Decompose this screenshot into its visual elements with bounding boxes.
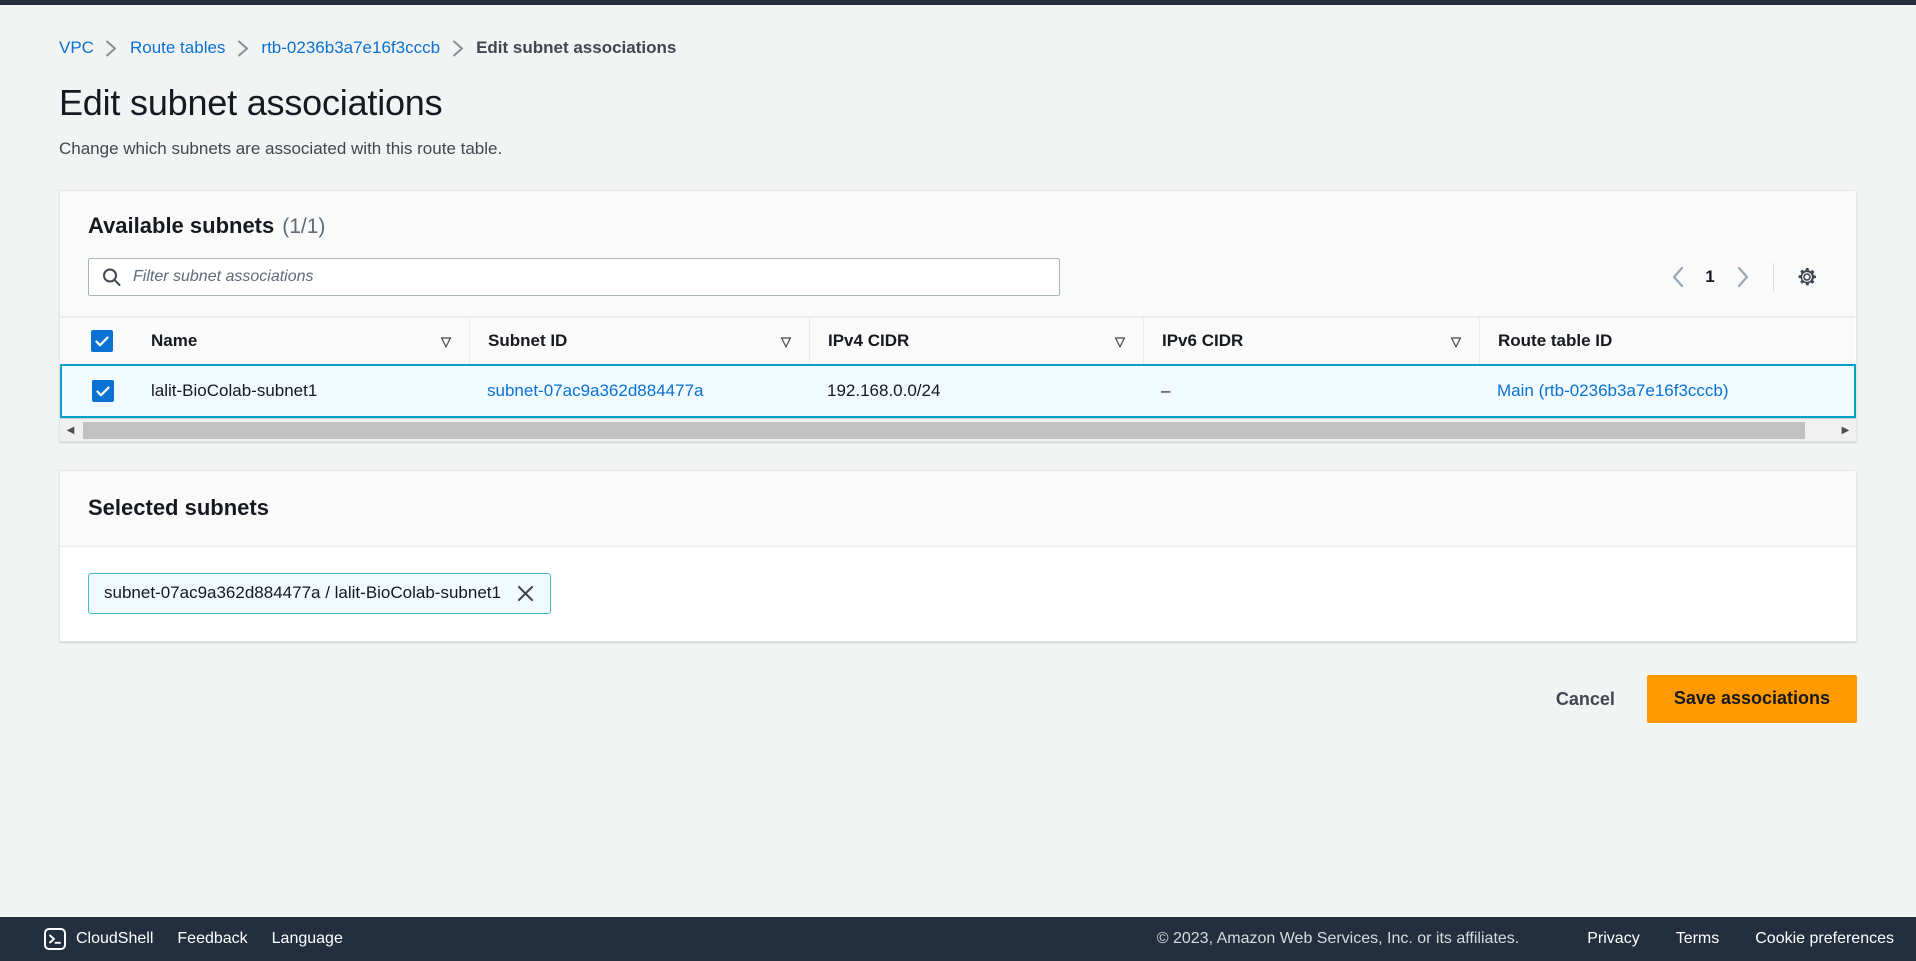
column-header-ipv6-cidr[interactable]: IPv6 CIDR ▽ — [1143, 317, 1479, 366]
close-icon[interactable] — [515, 582, 537, 604]
language-label: Language — [271, 930, 343, 947]
selected-subnets-body: subnet-07ac9a362d884477a / lalit-BioCola… — [60, 547, 1856, 642]
chevron-right-icon — [225, 40, 261, 57]
route-table-id-link[interactable]: Main (rtb-0236b3a7e16f3cccb) — [1497, 381, 1729, 400]
cell-subnet-id: subnet-07ac9a362d884477a — [469, 364, 809, 419]
breadcrumb-item-route-tables[interactable]: Route tables — [130, 38, 225, 58]
page-description: Change which subnets are associated with… — [59, 139, 503, 159]
available-subnets-title: Available subnets — [88, 213, 275, 239]
feedback-link[interactable]: Feedback — [177, 930, 271, 948]
cell-route-table-id: Main (rtb-0236b3a7e16f3cccb) — [1479, 364, 1856, 419]
cell-ipv4-cidr: 192.168.0.0/24 — [809, 364, 1143, 419]
row-select-cell — [60, 364, 133, 419]
table-tools: 1 — [1661, 260, 1828, 294]
chevron-right-icon — [440, 40, 476, 57]
column-header-route-table-id-label: Route table ID — [1498, 331, 1613, 351]
cloudshell-icon — [44, 928, 66, 950]
breadcrumb: VPC Route tables rtb-0236b3a7e16f3cccb E… — [59, 5, 1857, 67]
selected-subnet-token-label: subnet-07ac9a362d884477a / lalit-BioCola… — [104, 583, 501, 603]
cloudshell-label: CloudShell — [76, 930, 154, 947]
cloudshell-button[interactable]: CloudShell — [24, 928, 177, 950]
language-selector[interactable]: Language — [272, 930, 367, 948]
column-header-subnet-id[interactable]: Subnet ID ▽ — [469, 317, 809, 366]
selected-subnets-header: Selected subnets — [60, 471, 1856, 548]
available-subnets-card: Available subnets (1/1) Filter subnet as… — [59, 190, 1857, 443]
footer-bar: CloudShell Feedback Language © 2023, Ama… — [0, 917, 1916, 961]
horizontal-scrollbar[interactable]: ◀ ▶ — [60, 418, 1856, 442]
column-header-ipv6-cidr-label: IPv6 CIDR — [1162, 331, 1244, 351]
terms-link[interactable]: Terms — [1676, 930, 1720, 948]
footer-right-group: © 2023, Amazon Web Services, Inc. or its… — [1157, 930, 1894, 948]
pagination-page-1[interactable]: 1 — [1695, 267, 1725, 287]
form-actions: Cancel Save associations — [59, 675, 1857, 724]
page-title: Edit subnet associations — [59, 82, 443, 123]
scroll-right-arrow-icon[interactable]: ▶ — [1835, 420, 1856, 441]
cancel-button[interactable]: Cancel — [1542, 679, 1629, 720]
column-header-subnet-id-label: Subnet ID — [488, 331, 568, 351]
select-all-cell — [61, 318, 133, 364]
scrollbar-thumb[interactable] — [83, 421, 1806, 439]
page-content: VPC Route tables rtb-0236b3a7e16f3cccb E… — [0, 5, 1916, 880]
save-associations-button[interactable]: Save associations — [1646, 675, 1857, 724]
select-all-header — [61, 317, 133, 366]
cell-name: lalit-BioColab-subnet1 — [133, 364, 469, 419]
search-input-wrapper — [88, 258, 1060, 297]
pagination-previous-button[interactable] — [1661, 260, 1695, 294]
column-header-route-table-id[interactable]: Route table ID — [1479, 317, 1855, 366]
selected-subnets-card: Selected subnets subnet-07ac9a362d884477… — [59, 470, 1857, 643]
pagination-next-button[interactable] — [1725, 260, 1759, 294]
select-all-checkbox[interactable] — [91, 330, 113, 353]
table-scroll-region: Name ▽ Subnet ID ▽ IPv4 CIDR ▽ IPv6 CIDR… — [60, 317, 1856, 442]
table-header-row: Name ▽ Subnet ID ▽ IPv4 CIDR ▽ IPv6 CIDR… — [61, 317, 1855, 366]
search-input[interactable] — [88, 258, 1060, 297]
row-checkbox-cell — [80, 367, 115, 415]
tools-divider — [1773, 263, 1774, 292]
available-subnets-title-row: Available subnets (1/1) — [88, 213, 1828, 239]
table-filter-row: 1 — [88, 239, 1828, 316]
sort-descending-icon: ▽ — [1115, 333, 1125, 349]
sort-descending-icon: ▽ — [781, 333, 791, 349]
scrollbar-track[interactable] — [81, 420, 1835, 440]
breadcrumb-item-current: Edit subnet associations — [476, 38, 677, 57]
column-header-ipv4-cidr[interactable]: IPv4 CIDR ▽ — [809, 317, 1143, 366]
feedback-label: Feedback — [177, 930, 248, 947]
cookie-preferences-link[interactable]: Cookie preferences — [1755, 930, 1894, 948]
column-header-ipv4-cidr-label: IPv4 CIDR — [828, 331, 910, 351]
table-row[interactable]: lalit-BioColab-subnet1 subnet-07ac9a362d… — [60, 364, 1856, 419]
cell-ipv6-cidr: – — [1143, 364, 1479, 419]
column-header-name[interactable]: Name ▽ — [133, 317, 469, 366]
column-header-name-label: Name — [151, 331, 198, 351]
subnet-id-link[interactable]: subnet-07ac9a362d884477a — [487, 381, 703, 400]
gear-icon[interactable] — [1792, 262, 1822, 292]
copyright-text: © 2023, Amazon Web Services, Inc. or its… — [1156, 930, 1520, 947]
scroll-left-arrow-icon[interactable]: ◀ — [60, 420, 81, 441]
breadcrumb-item-route-table-id[interactable]: rtb-0236b3a7e16f3cccb — [261, 38, 440, 58]
selected-subnet-token: subnet-07ac9a362d884477a / lalit-BioCola… — [88, 573, 551, 615]
sort-descending-icon: ▽ — [1451, 333, 1461, 349]
available-subnets-counter: (1/1) — [282, 215, 326, 239]
footer-left-group: CloudShell Feedback Language — [24, 928, 367, 950]
breadcrumb-item-vpc[interactable]: VPC — [59, 38, 94, 58]
sort-descending-icon: ▽ — [441, 333, 451, 349]
row-checkbox[interactable] — [91, 380, 114, 403]
available-subnets-table: Name ▽ Subnet ID ▽ IPv4 CIDR ▽ IPv6 CIDR… — [60, 317, 1856, 419]
chevron-right-icon — [94, 40, 130, 57]
available-subnets-header: Available subnets (1/1) Filter subnet as… — [60, 191, 1856, 318]
selected-subnets-title: Selected subnets — [88, 495, 269, 521]
privacy-link[interactable]: Privacy — [1587, 930, 1639, 948]
